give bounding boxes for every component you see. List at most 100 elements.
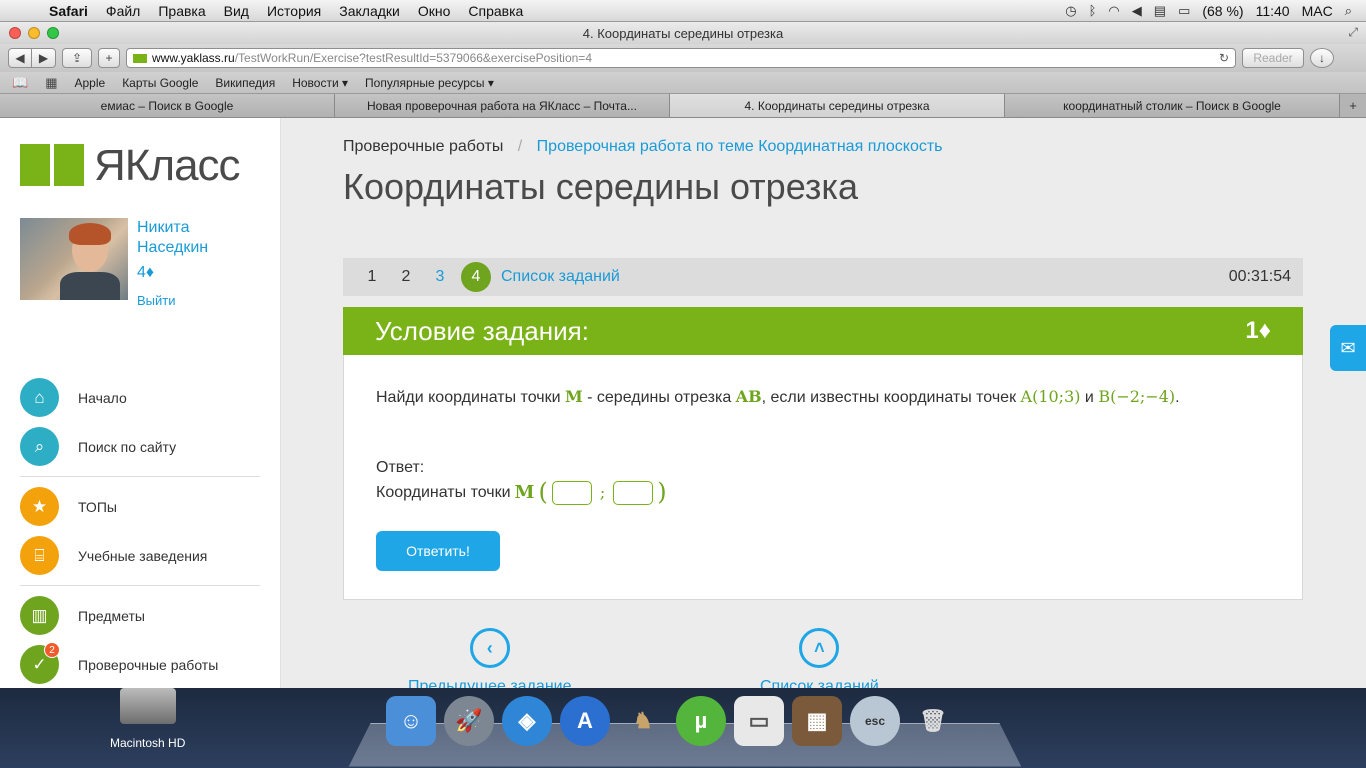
fullscreen-icon[interactable]: ⤢ [1348, 25, 1358, 40]
utorrent-icon[interactable]: µ [676, 696, 726, 746]
sidebar-item-tests[interactable]: ✓ 2 Проверочные работы [20, 640, 260, 688]
menu-help[interactable]: Справка [459, 3, 532, 19]
bookmarks-bar: 📖 ▦ Apple Карты Google Википедия Новости… [0, 72, 1366, 94]
app-store-icon[interactable]: A [560, 696, 610, 746]
dashboard-icon[interactable]: esc [850, 696, 900, 746]
tab-emias[interactable]: емиас – Поиск в Google [0, 94, 335, 117]
reading-list-icon[interactable]: 📖 [12, 75, 28, 91]
task-list-bottom-label[interactable]: Список заданий [760, 678, 879, 688]
tab-mail[interactable]: Новая проверочная работа на ЯКласс – Поч… [335, 94, 670, 117]
sidebar-item-label: Начало [78, 390, 127, 406]
address-bar[interactable]: www.yaklass.ru /TestWorkRun/Exercise?tes… [126, 48, 1236, 68]
logout-link[interactable]: Выйти [137, 291, 176, 311]
site-logo[interactable]: ЯКласс [20, 144, 260, 188]
chessboard-icon[interactable]: ▦ [792, 696, 842, 746]
finder-icon[interactable]: ☺ [386, 696, 436, 746]
page-title: Координаты середины отрезка [343, 166, 858, 208]
tab-current[interactable]: 4. Координаты середины отрезка [670, 94, 1005, 117]
bookmark-google-maps[interactable]: Карты Google [122, 76, 198, 90]
trash-icon[interactable]: 🗑 [908, 696, 958, 746]
sidebar-item-home[interactable]: ⌂ Начало [20, 373, 260, 422]
y-coordinate-input[interactable] [613, 481, 653, 505]
semicolon: ; [600, 480, 605, 505]
close-window-button[interactable] [9, 27, 21, 39]
add-tab-icon[interactable]: + [1340, 94, 1366, 117]
menu-history[interactable]: История [258, 3, 330, 19]
task-list-nav[interactable]: ˄ Список заданий [760, 628, 879, 688]
open-paren: ( [538, 480, 547, 505]
battery-icon[interactable]: ▭ [1178, 3, 1190, 19]
prev-task-label[interactable]: Предыдущее задание [408, 678, 571, 688]
reload-icon[interactable]: ↻ [1219, 51, 1229, 65]
submit-answer-button[interactable]: Ответить! [376, 531, 500, 571]
task-number-2[interactable]: 2 [389, 268, 423, 286]
chevron-up-icon[interactable]: ˄ [799, 628, 839, 668]
menu-view[interactable]: Вид [215, 3, 258, 19]
time-machine-icon[interactable]: ◷ [1065, 3, 1076, 19]
sidebar-item-tops[interactable]: ★ ТОПы [20, 482, 260, 531]
user-name[interactable]: MAC [1302, 3, 1333, 19]
launchpad-icon[interactable]: 🚀 [444, 696, 494, 746]
prev-task-nav[interactable]: ‹ Предыдущее задание [408, 628, 571, 688]
bookmark-news[interactable]: Новости ▾ [292, 76, 348, 90]
user-last-name[interactable]: Наседкин [137, 238, 208, 258]
menu-app-name[interactable]: Safari [40, 3, 97, 19]
bookmark-apple[interactable]: Apple [74, 76, 105, 90]
logo-text: ЯКласс [94, 141, 240, 191]
clock[interactable]: 11:40 [1256, 3, 1290, 19]
flag-icon[interactable]: ▤ [1154, 3, 1166, 19]
bluetooth-icon[interactable]: ᛒ [1089, 3, 1097, 18]
chess-icon[interactable]: ♞ [618, 696, 668, 746]
task-navigation: 1 2 3 4 Список заданий 00:31:54 [343, 258, 1303, 296]
chevron-left-icon[interactable]: ‹ [470, 628, 510, 668]
close-paren: ) [657, 480, 666, 505]
breadcrumb-root[interactable]: Проверочные работы [343, 138, 503, 155]
task-number-3[interactable]: 3 [423, 268, 457, 286]
math-point-a: A(10;3) [1021, 387, 1081, 406]
new-tab-button[interactable]: + [98, 48, 120, 68]
safari-icon[interactable]: ◈ [502, 696, 552, 746]
minimize-window-button[interactable] [28, 27, 40, 39]
menu-bookmarks[interactable]: Закладки [330, 3, 409, 19]
zoom-window-button[interactable] [47, 27, 59, 39]
sidebar-item-search[interactable]: ⌕ Поиск по сайту [20, 422, 260, 471]
share-button[interactable]: ⇪ [62, 48, 92, 68]
user-first-name[interactable]: Никита [137, 218, 208, 238]
volume-icon[interactable]: ◀ [1132, 3, 1142, 19]
breadcrumb-link[interactable]: Проверочная работа по теме Координатная … [537, 138, 943, 155]
preview-window-icon[interactable]: ▭ [734, 696, 784, 746]
top-sites-icon[interactable]: ▦ [45, 75, 57, 91]
wifi-icon[interactable]: ◠ [1108, 3, 1119, 19]
task-list-link[interactable]: Список заданий [501, 268, 620, 286]
problem-part: . [1175, 389, 1179, 406]
forward-button[interactable]: ▶ [32, 48, 56, 68]
sidebar-item-subjects[interactable]: ▥ Предметы [20, 591, 260, 640]
answer-label: Ответ: [376, 455, 1270, 480]
divider [20, 476, 260, 477]
tab-search[interactable]: координатный столик – Поиск в Google [1005, 94, 1340, 117]
menu-window[interactable]: Окно [409, 3, 460, 19]
avatar[interactable] [20, 218, 128, 300]
bookmark-wikipedia[interactable]: Википедия [215, 76, 275, 90]
menu-edit[interactable]: Правка [149, 3, 214, 19]
problem-part: - середины отрезка [583, 389, 736, 406]
menu-file[interactable]: Файл [97, 3, 149, 19]
spotlight-icon[interactable]: ⌕ [1345, 3, 1352, 19]
task-number-1[interactable]: 1 [355, 268, 389, 286]
task-number-4-current[interactable]: 4 [461, 262, 491, 292]
macintosh-hd[interactable]: Macintosh HD [110, 688, 185, 750]
mail-feedback-icon[interactable]: ✉ [1330, 325, 1366, 371]
back-button[interactable]: ◀ [8, 48, 32, 68]
downloads-button[interactable]: ↓ [1310, 48, 1334, 68]
reader-button[interactable]: Reader [1242, 48, 1304, 68]
tab-bar: емиас – Поиск в Google Новая проверочная… [0, 94, 1366, 118]
x-coordinate-input[interactable] [552, 481, 592, 505]
sidebar-item-institutions[interactable]: ⌸ Учебные заведения [20, 531, 260, 580]
hd-label: Macintosh HD [110, 736, 185, 750]
math-point-b: B(−2;−4) [1098, 387, 1175, 406]
bookmark-popular[interactable]: Популярные ресурсы ▾ [365, 76, 494, 90]
main-content: Проверочные работы / Проверочная работа … [281, 118, 1366, 688]
search-icon: ⌕ [20, 427, 59, 466]
task-body: Найди координаты точки M - середины отре… [343, 355, 1303, 600]
condition-header: Условие задания: 1♦ [343, 307, 1303, 355]
